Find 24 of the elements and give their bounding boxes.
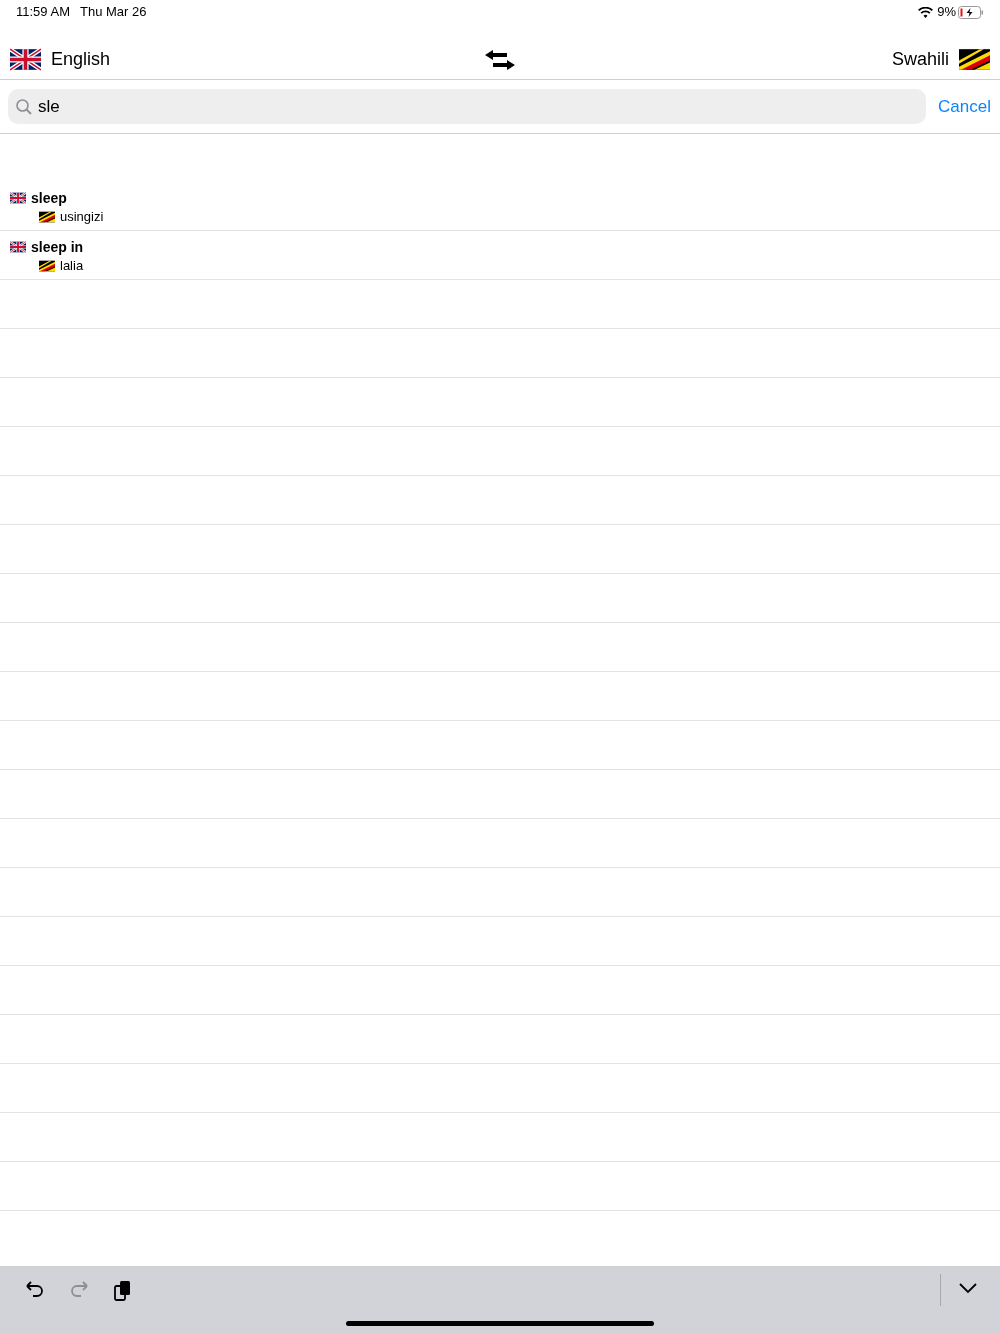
striped-flag-icon (39, 211, 55, 223)
battery-percent: 9% (937, 3, 956, 22)
cancel-button[interactable]: Cancel (938, 93, 991, 120)
uk-flag-icon (10, 47, 41, 72)
striped-flag-icon (959, 47, 990, 72)
swap-languages-button[interactable] (483, 47, 517, 73)
result-translation: usingizi (60, 208, 104, 227)
striped-flag-icon (39, 260, 55, 272)
target-language[interactable]: Swahili (891, 46, 949, 73)
result-term: sleep (31, 188, 67, 208)
result-translation: lalia (60, 257, 84, 276)
search-field[interactable]: sle (8, 89, 927, 124)
uk-flag-icon (10, 241, 26, 253)
battery-icon (958, 5, 984, 19)
search-icon (16, 99, 32, 115)
result-row[interactable]: sleep in lalia (0, 231, 1000, 280)
status-time: 11:59 AM (16, 3, 70, 22)
result-term: sleep in (31, 237, 84, 257)
source-language[interactable]: English (51, 46, 111, 73)
status-date: Thu Mar 26 (79, 3, 147, 22)
uk-flag-icon (10, 192, 26, 204)
dismiss-keyboard-button[interactable] (958, 1282, 978, 1294)
wifi-icon (918, 6, 934, 18)
result-row[interactable]: sleep usingizi (0, 182, 1000, 231)
